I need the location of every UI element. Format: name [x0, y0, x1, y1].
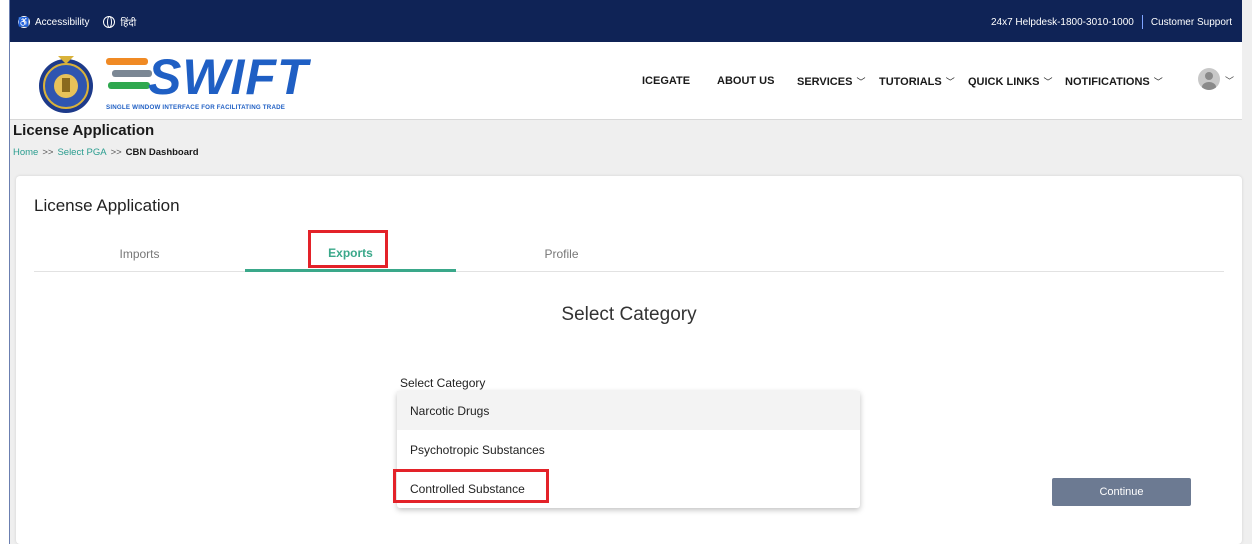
swift-logo-text[interactable]: SWIFT — [148, 48, 309, 106]
window-edge — [0, 0, 9, 544]
breadcrumb-current: CBN Dashboard — [125, 147, 199, 158]
option-controlled-substance[interactable]: Controlled Substance — [397, 469, 860, 508]
customs-emblem-logo — [39, 56, 93, 113]
tab-profile[interactable]: Profile — [456, 236, 667, 272]
nav-tutorials[interactable]: TUTORIALS ﹀ — [879, 75, 955, 88]
continue-button[interactable]: Continue — [1052, 478, 1191, 506]
option-psychotropic-substances[interactable]: Psychotropic Substances — [397, 430, 860, 469]
chevron-down-icon: ﹀ — [945, 77, 955, 87]
nav-label: SERVICES — [797, 75, 853, 88]
accessibility-link[interactable]: Accessibility — [35, 17, 89, 28]
main-header: SWIFT SINGLE WINDOW INTERFACE FOR FACILI… — [10, 42, 1242, 120]
breadcrumb-separator: >> — [42, 147, 54, 158]
license-card: License Application Imports Exports Prof… — [16, 176, 1242, 544]
globe-icon — [103, 16, 116, 28]
nav-label: ABOUT US — [717, 75, 775, 87]
chevron-down-icon: ﹀ — [856, 77, 866, 87]
divider — [1141, 15, 1143, 29]
language-link[interactable]: हिंदी — [120, 15, 136, 29]
tab-imports[interactable]: Imports — [34, 236, 245, 272]
nav-label: ICEGATE — [642, 75, 691, 87]
swift-logo-subtitle: SINGLE WINDOW INTERFACE FOR FACILITATING… — [106, 104, 286, 111]
top-utility-bar: ♿ Accessibility हिंदी 24x7 Helpdesk-1800… — [10, 0, 1242, 42]
breadcrumb-separator: >> — [110, 147, 122, 158]
option-label: Controlled Substance — [410, 481, 525, 496]
card-title: License Application — [34, 196, 180, 215]
nav-services[interactable]: SERVICES ﹀ — [797, 75, 865, 88]
tab-label: Profile — [544, 247, 579, 261]
tab-label: Exports — [328, 245, 373, 260]
chevron-down-icon[interactable]: ﹀ — [1225, 74, 1234, 87]
tab-exports[interactable]: Exports — [245, 236, 456, 272]
nav-icegate[interactable]: ICEGATE — [642, 75, 690, 87]
accessibility-icon[interactable]: ♿ — [18, 16, 30, 28]
option-label: Psychotropic Substances — [410, 442, 545, 457]
breadcrumb: Home >> Select PGA >> CBN Dashboard — [13, 147, 199, 158]
option-narcotic-drugs[interactable]: Narcotic Drugs — [397, 391, 860, 430]
breadcrumb-home[interactable]: Home — [13, 147, 38, 158]
nav-about-us[interactable]: ABOUT US — [717, 75, 774, 87]
section-title: Select Category — [561, 304, 697, 325]
option-label: Narcotic Drugs — [410, 403, 490, 418]
breadcrumb-select-pga[interactable]: Select PGA — [57, 147, 106, 158]
customer-support-link[interactable]: Customer Support — [1151, 17, 1232, 28]
chevron-down-icon: ﹀ — [1153, 77, 1163, 87]
nav-quick-links[interactable]: QUICK LINKS ﹀ — [968, 75, 1053, 88]
category-dropdown-list: Narcotic Drugs Psychotropic Substances C… — [397, 391, 860, 508]
nav-label: QUICK LINKS — [968, 75, 1040, 88]
nav-label: TUTORIALS — [879, 75, 942, 88]
tab-bar: Imports Exports Profile — [34, 236, 1224, 272]
helpdesk-text: 24x7 Helpdesk-1800-3010-1000 — [990, 16, 1134, 28]
page-title: License Application — [13, 122, 155, 139]
tab-label: Imports — [119, 247, 160, 261]
user-avatar-icon[interactable] — [1198, 68, 1220, 90]
nav-notifications[interactable]: NOTIFICATIONS ﹀ — [1065, 75, 1163, 88]
nav-label: NOTIFICATIONS — [1065, 75, 1150, 88]
select-category-label: Select Category — [400, 376, 486, 390]
chevron-down-icon: ﹀ — [1043, 77, 1053, 87]
